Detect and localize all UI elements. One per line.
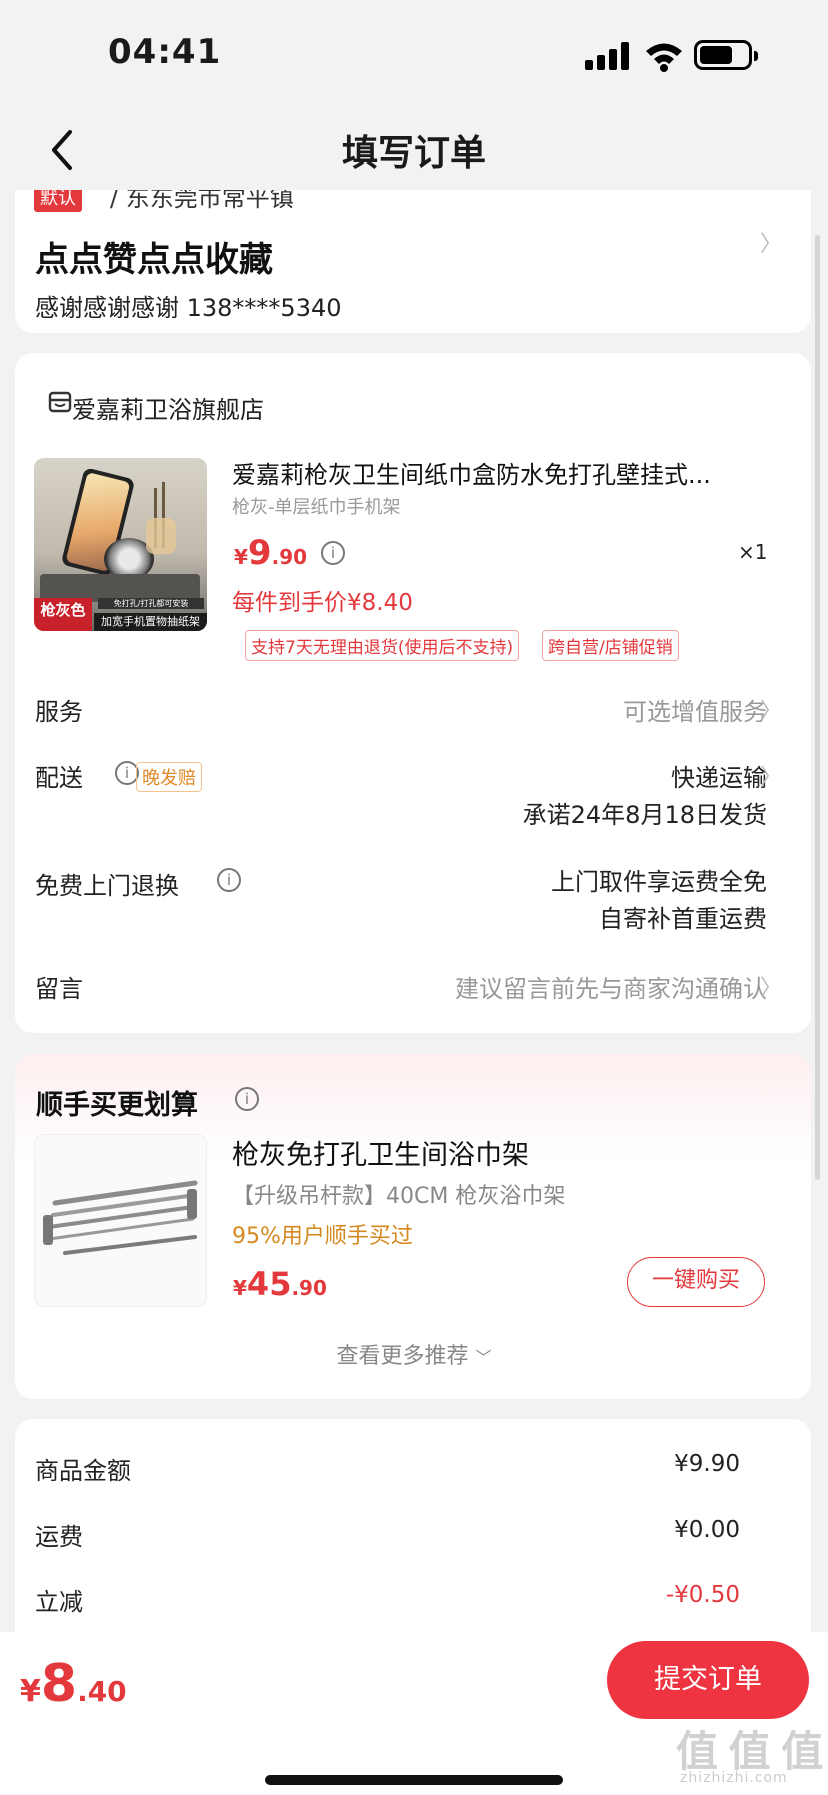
late-delivery-tag: 晚发赔 xyxy=(136,762,202,792)
recommend-bought: 95%用户顺手买过 xyxy=(232,1224,413,1249)
total-integer: 8 xyxy=(40,1654,78,1714)
status-time: 04:41 xyxy=(108,32,222,72)
home-indicator[interactable] xyxy=(265,1775,563,1785)
recommend-info-icon[interactable]: i xyxy=(235,1087,259,1111)
chevron-down-icon: ﹀ xyxy=(475,1348,492,1367)
store-icon xyxy=(48,391,72,413)
scrollbar[interactable] xyxy=(815,235,820,1180)
shipping-value: ¥0.00 xyxy=(674,1517,740,1543)
product-quantity: ×1 xyxy=(738,540,768,564)
shipping-label: 运费 xyxy=(35,1523,83,1551)
goods-amount-label: 商品金额 xyxy=(35,1457,131,1485)
return-value-1: 上门取件享运费全免 xyxy=(551,868,767,896)
more-recommend-link[interactable]: 查看更多推荐 ﹀ xyxy=(0,1338,828,1370)
recommend-price: ¥45.90 xyxy=(233,1265,327,1303)
product-title[interactable]: 爱嘉莉枪灰卫生间纸巾盒防水免打孔壁挂式... xyxy=(232,455,762,490)
service-value[interactable]: 可选增值服务 xyxy=(623,692,767,727)
discount-value: -¥0.50 xyxy=(665,1582,740,1608)
product-image[interactable]: 枪灰色 免打孔/打孔都可安装 加宽手机置物抽纸架 xyxy=(34,458,207,631)
price-decimal: .90 xyxy=(271,545,308,569)
nav-bar: 填写订单 xyxy=(0,110,828,190)
total-decimal: .40 xyxy=(77,1675,127,1708)
rprice-currency: ¥ xyxy=(233,1276,247,1300)
discount-label: 立减 xyxy=(35,1588,83,1616)
price-currency: ¥ xyxy=(234,545,248,569)
recommend-name[interactable]: 枪灰免打孔卫生间浴巾架 xyxy=(232,1133,529,1172)
note-chevron-icon: 〉 xyxy=(760,976,783,1001)
one-click-buy-button[interactable]: 一键购买 xyxy=(627,1257,765,1307)
return-label: 免费上门退换 xyxy=(35,872,179,900)
service-label: 服务 xyxy=(35,698,83,726)
product-price: ¥9.90 xyxy=(234,533,307,573)
product-image-label: 枪灰色 xyxy=(34,598,92,631)
total-currency: ¥ xyxy=(20,1674,41,1709)
return-info-icon[interactable]: i xyxy=(217,868,241,892)
final-price: 每件到手价¥8.40 xyxy=(232,590,413,616)
delivery-method[interactable]: 快递运输 xyxy=(671,758,767,793)
delivery-label: 配送 xyxy=(35,764,83,792)
note-label: 留言 xyxy=(35,975,83,1003)
recommend-image[interactable] xyxy=(34,1134,207,1307)
wifi-icon xyxy=(646,43,682,72)
promo-chip: 跨自营/店铺促销 xyxy=(542,630,679,661)
submit-order-button[interactable]: 提交订单 xyxy=(607,1641,809,1719)
product-image-caption: 加宽手机置物抽纸架 xyxy=(94,613,207,631)
address-chevron-icon: 〉 xyxy=(760,232,783,257)
delivery-promise: 承诺24年8月18日发货 xyxy=(522,801,767,829)
recommend-title: 顺手买更划算 xyxy=(36,1090,198,1121)
price-integer: 9 xyxy=(247,533,272,573)
return-value-2: 自寄补首重运费 xyxy=(599,905,767,933)
bottom-bar: ¥8.40 提交订单 值 值 值 zhizhizhi.com xyxy=(0,1632,828,1795)
address-name: 点点赞点点收藏 xyxy=(35,240,273,280)
towel-rack-illustration xyxy=(43,1180,198,1255)
price-info-icon[interactable]: i xyxy=(321,541,345,565)
watermark-url: zhizhizhi.com xyxy=(680,1770,788,1786)
service-chevron-icon: 〉 xyxy=(760,699,783,724)
more-recommend-label: 查看更多推荐 xyxy=(336,1344,469,1369)
battery-icon xyxy=(694,40,758,70)
product-spec: 枪灰-单层纸巾手机架 xyxy=(232,497,401,518)
note-input[interactable]: 建议留言前先与商家沟通确认 xyxy=(455,969,767,1004)
store-name[interactable]: 爱嘉莉卫浴旗舰店 xyxy=(72,390,264,425)
recommend-spec: 【升级吊杆款】40CM 枪灰浴巾架 xyxy=(232,1184,566,1209)
delivery-chevron-icon: 〉 xyxy=(760,765,783,790)
address-contact: 感谢感谢感谢 138****5340 xyxy=(35,294,342,322)
page-title: 填写订单 xyxy=(341,133,486,174)
rprice-decimal: .90 xyxy=(291,1276,327,1300)
goods-amount-value: ¥9.90 xyxy=(674,1451,740,1477)
product-image-badge: 免打孔/打孔都可安装 xyxy=(98,598,204,609)
status-bar: 04:41 xyxy=(0,0,828,110)
return-policy-chip: 支持7天无理由退货(使用后不支持) xyxy=(245,630,520,661)
rprice-integer: 45 xyxy=(246,1265,292,1303)
total-price: ¥8.40 xyxy=(20,1654,127,1714)
